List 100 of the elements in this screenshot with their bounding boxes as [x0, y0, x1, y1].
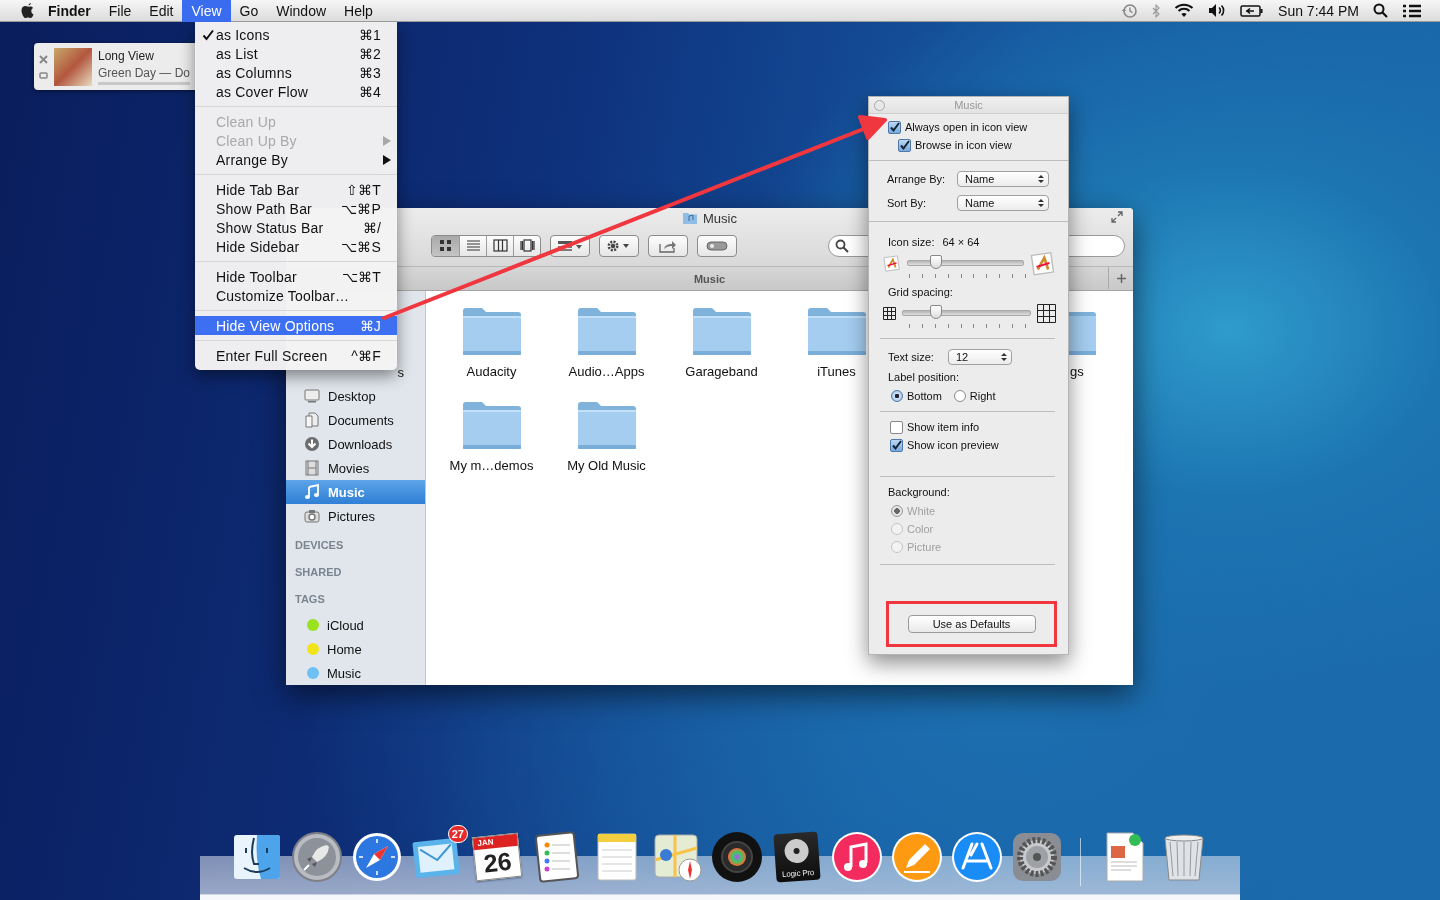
gear-icon: [606, 238, 632, 253]
sidebar-tag[interactable]: Music: [286, 661, 425, 685]
menu-item[interactable]: as Columns ⌘3: [195, 63, 397, 82]
menu-bar-item[interactable]: Window: [267, 0, 336, 22]
tag-icon: [706, 240, 728, 251]
checkbox[interactable]: Show icon preview: [890, 436, 999, 454]
tag-label: Home: [327, 641, 362, 657]
album-art-placeholder: [54, 47, 92, 86]
share-button[interactable]: [648, 234, 688, 257]
checkbox[interactable]: Browse in icon view: [898, 136, 1012, 154]
file-name: Audacity: [466, 364, 517, 379]
compass-icon[interactable]: [350, 830, 404, 884]
tag-label: Music: [327, 665, 361, 681]
large-grid-icon: [1037, 303, 1056, 323]
notification-badge: 27: [447, 825, 468, 843]
slider-thumb[interactable]: [929, 255, 942, 269]
minimize-icon[interactable]: [39, 71, 48, 79]
file-name: gs: [1069, 364, 1084, 379]
field-label: Icon size:: [888, 236, 935, 248]
field-label: Grid spacing:: [888, 286, 953, 298]
sidebar-item[interactable]: Documents: [286, 408, 425, 432]
sidebar-tag[interactable]: iCloud: [286, 613, 425, 637]
menu-item[interactable]: Customize Toolbar…: [195, 286, 397, 305]
arrange-by-dropdown[interactable]: Name: [957, 171, 1049, 187]
menu-item[interactable]: Enter Full Screen ^⌘F: [195, 346, 397, 365]
menu-item[interactable]: Hide Toolbar ⌥⌘T: [195, 267, 397, 286]
sort-by-dropdown[interactable]: Name: [957, 195, 1049, 211]
checkmark-icon: [891, 439, 902, 451]
logic-pro-icon[interactable]: Logic Pro: [773, 831, 821, 883]
text-size-dropdown[interactable]: 12: [948, 349, 1012, 365]
film-icon: [304, 460, 320, 476]
app-store-icon[interactable]: [950, 830, 1004, 884]
file-name: Audio…Apps: [568, 364, 645, 379]
pencil-icon[interactable]: [890, 830, 944, 884]
window-title: Music: [703, 210, 737, 226]
sidebar-section-header: TAGS: [295, 593, 325, 605]
checkbox[interactable]: Always open in icon view: [888, 118, 1028, 136]
list-icon[interactable]: [1402, 3, 1422, 18]
tab-title[interactable]: Music: [693, 272, 726, 285]
file-name: My Old Music: [567, 458, 646, 473]
sidebar-item[interactable]: Downloads: [286, 432, 425, 456]
add-tab-icon[interactable]: [1116, 273, 1126, 283]
music-note-icon[interactable]: [830, 830, 884, 884]
camera-lens-icon[interactable]: [710, 830, 764, 884]
rocket-icon[interactable]: [290, 830, 344, 884]
menu-item[interactable]: as Cover Flow ⌘4: [195, 82, 397, 101]
apple-menu-icon[interactable]: [20, 1, 36, 20]
search-icon[interactable]: [1373, 3, 1388, 18]
menu-item[interactable]: Hide Sidebar ⌥⌘S: [195, 237, 397, 256]
action-button[interactable]: [599, 234, 639, 257]
bluetooth-icon[interactable]: [1152, 3, 1161, 18]
use-as-defaults-button[interactable]: Use as Defaults: [907, 615, 1036, 633]
sidebar-item[interactable]: Pictures: [286, 504, 425, 528]
sidebar-item[interactable]: s: [397, 364, 404, 380]
menu-item[interactable]: Hide Tab Bar ⇧⌘T: [195, 180, 397, 199]
menu-bar-item[interactable]: Edit: [140, 0, 183, 22]
volume-icon[interactable]: [1208, 3, 1227, 18]
calendar-icon[interactable]: JAN 26: [471, 832, 523, 882]
gear-icon[interactable]: [1010, 830, 1064, 884]
folder-icon: [682, 211, 698, 225]
checkbox[interactable]: Show item info: [890, 418, 980, 436]
full-screen-icon[interactable]: [1111, 211, 1123, 223]
share-icon: [659, 238, 677, 253]
menu-item[interactable]: Show Path Bar ⌥⌘P: [195, 199, 397, 218]
search-icon: [835, 238, 849, 253]
icons-view-button[interactable]: [432, 235, 459, 256]
menu-item[interactable]: Arrange By: [195, 150, 397, 169]
sidebar-section-header: SHARED: [295, 566, 342, 578]
submenu-arrow-icon: [383, 154, 391, 165]
small-grid-icon: [883, 306, 896, 320]
menu-bar-item[interactable]: File: [99, 0, 141, 22]
list-icon: [465, 238, 481, 253]
battery-icon[interactable]: [1240, 3, 1265, 18]
menu-bar-clock[interactable]: Sun 7:44 PM: [1278, 0, 1359, 22]
menu-item[interactable]: Hide View Options ⌘J: [195, 316, 397, 335]
field-label: Label position:: [888, 371, 959, 383]
time-machine-icon[interactable]: [1120, 2, 1139, 19]
icon-size-value: 64 × 64: [942, 236, 980, 248]
menu-bar-item[interactable]: Go: [230, 0, 268, 22]
menu-bar-item[interactable]: View: [182, 0, 231, 22]
radio-button[interactable]: Bottom: [891, 387, 942, 405]
track-title: Long View: [98, 48, 155, 63]
sidebar-tag[interactable]: Home: [286, 637, 425, 661]
menu-item[interactable]: as Icons ⌘1: [195, 25, 397, 44]
radio-button[interactable]: Right: [953, 387, 996, 405]
submenu-arrow-icon: [383, 135, 391, 146]
documents-icon: [304, 412, 320, 428]
download-icon: [304, 436, 320, 452]
wifi-icon[interactable]: [1174, 3, 1195, 18]
sidebar-item[interactable]: Movies: [286, 456, 425, 480]
close-icon[interactable]: [39, 54, 48, 64]
menu-item[interactable]: as List ⌘2: [195, 44, 397, 63]
field-label: Sort By:: [887, 197, 928, 209]
slider-thumb[interactable]: [930, 305, 942, 319]
menu-item[interactable]: Show Status Bar ⌘/: [195, 218, 397, 237]
tags-button[interactable]: [697, 234, 737, 257]
sidebar-item[interactable]: Desktop: [286, 384, 425, 408]
app-menu[interactable]: Finder: [36, 0, 100, 22]
stepper-arrows-icon: [1038, 198, 1044, 208]
menu-bar-item[interactable]: Help: [335, 0, 382, 22]
